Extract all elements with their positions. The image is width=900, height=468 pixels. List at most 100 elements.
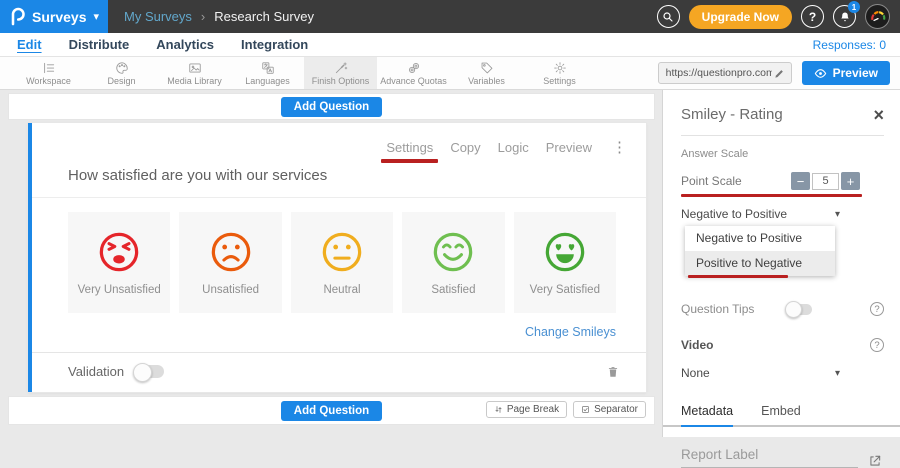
surveys-product-menu[interactable]: Surveys ▾ (0, 0, 108, 33)
kebab-menu-icon[interactable]: ⋮ (609, 138, 630, 156)
tool-languages[interactable]: Languages (231, 57, 304, 89)
tab-integration[interactable]: Integration (241, 37, 308, 52)
smiley-option-very-satisfied[interactable]: Very Satisfied (514, 212, 616, 313)
video-help-icon[interactable]: ? (870, 338, 884, 352)
tool-media-library[interactable]: Media Library (158, 57, 231, 89)
smiley-option-unsatisfied[interactable]: Unsatisfied (179, 212, 281, 313)
very-unsatisfied-smiley-icon (96, 229, 142, 275)
separator-button[interactable]: Separator (573, 401, 646, 418)
question-tips-help-icon[interactable]: ? (870, 302, 884, 316)
question-tips-label: Question Tips (681, 302, 754, 316)
validation-label: Validation (68, 364, 124, 379)
unsatisfied-smiley-icon (208, 229, 254, 275)
question-mark-icon: ? (809, 10, 816, 24)
delete-question-button[interactable] (606, 364, 620, 379)
survey-url-box (658, 62, 792, 84)
scale-direction-select[interactable]: Negative to Positive ▾ (681, 207, 884, 221)
avatar[interactable] (865, 4, 890, 29)
topbar-actions: Upgrade Now ? 1 (657, 4, 900, 29)
magic-wand-icon (334, 61, 348, 75)
tool-label: Languages (245, 76, 290, 86)
tab-distribute[interactable]: Distribute (69, 37, 130, 52)
preview-label: Preview (833, 66, 878, 80)
question-title: How satisfied are you with our services (32, 167, 646, 198)
chevron-right-icon: › (201, 9, 205, 24)
point-scale-stepper: − 5 + (791, 172, 860, 190)
tool-settings[interactable]: Settings (523, 57, 596, 89)
decrement-button[interactable]: − (791, 172, 810, 190)
tab-edit[interactable]: Edit (17, 37, 42, 52)
tool-variables[interactable]: Variables (450, 57, 523, 89)
preview-button[interactable]: Preview (802, 61, 890, 85)
help-button[interactable]: ? (801, 5, 824, 28)
video-select-value: None (681, 366, 710, 380)
scale-direction-dropdown: Negative to Positive Positive to Negativ… (685, 226, 835, 276)
notification-badge: 1 (848, 1, 860, 13)
workspace-area: Add Question Settings Copy Logic Preview… (0, 90, 900, 437)
tool-label: Media Library (167, 76, 222, 86)
tool-label: Variables (468, 76, 505, 86)
change-smileys-link[interactable]: Change Smileys (525, 325, 616, 339)
smiley-label: Neutral (323, 284, 360, 296)
product-menu-label: Surveys (32, 9, 86, 25)
validation-toggle[interactable] (134, 365, 164, 378)
page-break-button[interactable]: Page Break (486, 401, 567, 418)
topbar: Surveys ▾ My Surveys › Research Survey U… (0, 0, 900, 33)
add-question-strip-top: Add Question (8, 93, 655, 120)
search-button[interactable] (657, 5, 680, 28)
external-link-icon[interactable] (868, 454, 882, 468)
caret-down-icon: ▾ (835, 368, 840, 379)
question-tips-toggle[interactable] (786, 304, 812, 315)
tab-embed[interactable]: Embed (761, 404, 801, 425)
palette-icon (115, 61, 129, 75)
smiley-option-very-unsatisfied[interactable]: Very Unsatisfied (68, 212, 170, 313)
smiley-option-satisfied[interactable]: Satisfied (402, 212, 504, 313)
tool-workspace[interactable]: Workspace (12, 57, 85, 89)
breadcrumb-my-surveys[interactable]: My Surveys (124, 9, 192, 24)
change-smileys-row: Change Smileys (32, 313, 646, 352)
smiley-scale: Very Unsatisfied Unsatisfied (32, 198, 646, 313)
answer-scale-label: Answer Scale (681, 148, 884, 160)
option-negative-to-positive[interactable]: Negative to Positive (685, 226, 835, 251)
card-tab-copy[interactable]: Copy (450, 140, 480, 155)
upgrade-now-button[interactable]: Upgrade Now (689, 5, 792, 29)
point-scale-row: Point Scale − 5 + (681, 172, 884, 190)
tab-analytics[interactable]: Analytics (156, 37, 214, 52)
insert-controls: Page Break Separator (486, 401, 646, 418)
tool-advance-quotas[interactable]: Advance Quotas (377, 57, 450, 89)
video-select[interactable]: None ▾ (681, 366, 884, 380)
point-scale-value[interactable]: 5 (812, 173, 839, 190)
metadata-embed-tabs: Metadata Embed (663, 396, 900, 427)
add-question-button-top[interactable]: Add Question (281, 97, 382, 117)
pencil-icon[interactable] (774, 68, 785, 79)
question-tips-row: Question Tips ? (681, 302, 884, 316)
tool-label: Advance Quotas (380, 76, 447, 86)
increment-button[interactable]: + (841, 172, 860, 190)
close-icon[interactable]: × (873, 108, 884, 122)
question-settings-panel: Smiley - Rating × Answer Scale Point Sca… (662, 90, 900, 437)
survey-url-input[interactable] (664, 66, 774, 80)
question-card: Settings Copy Logic Preview ⋮ How satisf… (28, 123, 646, 392)
tool-label: Workspace (26, 76, 71, 86)
translate-icon (261, 61, 275, 75)
tool-finish-options[interactable]: Finish Options (304, 57, 377, 89)
card-tab-logic[interactable]: Logic (498, 140, 529, 155)
card-tab-preview[interactable]: Preview (546, 140, 592, 155)
very-satisfied-smiley-icon (542, 229, 588, 275)
option-positive-to-negative[interactable]: Positive to Negative (685, 251, 835, 276)
tool-design[interactable]: Design (85, 57, 158, 89)
tag-icon (480, 61, 494, 75)
add-question-strip-bottom: Add Question Page Break Separator (8, 396, 655, 425)
card-tab-settings[interactable]: Settings (386, 140, 433, 155)
responses-count[interactable]: Responses: 0 (813, 38, 886, 52)
tab-metadata[interactable]: Metadata (681, 404, 733, 427)
scale-direction-value: Negative to Positive (681, 207, 787, 221)
edit-toolbar: Workspace Design Media Library Languages… (0, 57, 900, 90)
add-question-button-bottom[interactable]: Add Question (281, 401, 382, 421)
smiley-option-neutral[interactable]: Neutral (291, 212, 393, 313)
satisfied-smiley-icon (430, 229, 476, 275)
report-label-input[interactable] (681, 445, 858, 468)
bell-icon (839, 11, 851, 23)
notifications-button[interactable]: 1 (833, 5, 856, 28)
workspace-icon (42, 61, 56, 75)
